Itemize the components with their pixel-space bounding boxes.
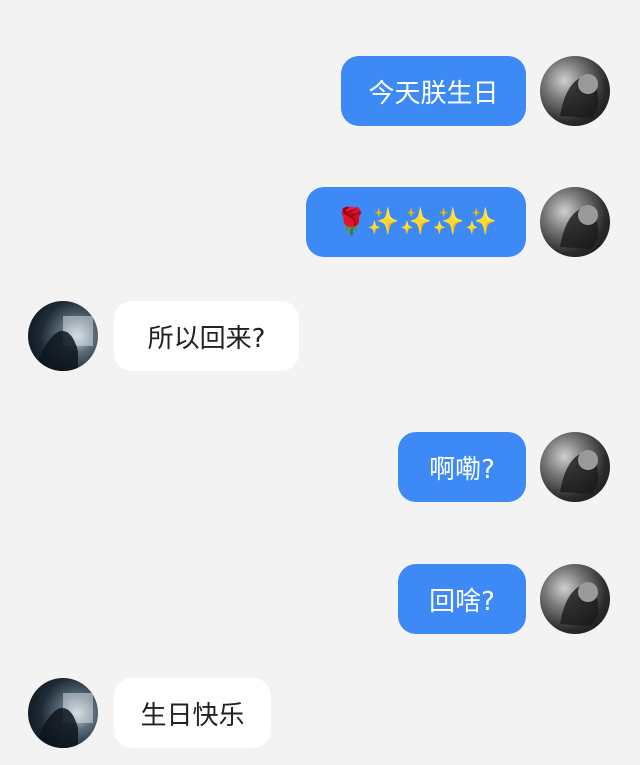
message-bubble-sent[interactable]: 今天朕生日 [341, 56, 526, 126]
message-text: 啊嘞? [429, 454, 495, 485]
message-bubble-sent[interactable]: 🌹✨✨✨✨ [306, 187, 526, 257]
avatar-contact[interactable] [28, 301, 98, 371]
message-text: 所以回来? [147, 323, 266, 354]
avatar-image [560, 582, 599, 626]
message-bubble-sent[interactable]: 啊嘞? [398, 432, 526, 502]
message-row-sent: 回啥? [0, 564, 640, 636]
avatar-self[interactable] [540, 56, 610, 126]
avatar-contact[interactable] [28, 678, 98, 748]
avatar-image [560, 205, 599, 249]
avatar-self[interactable] [540, 187, 610, 257]
message-text: 今天朕生日 [368, 78, 499, 109]
avatar-self[interactable] [540, 432, 610, 502]
avatar-image [560, 450, 599, 494]
message-bubble-received[interactable]: 所以回来? [114, 301, 299, 371]
message-row-received: 生日快乐 [0, 678, 640, 750]
message-text: 回啥? [429, 586, 495, 617]
message-row-sent: 啊嘞? [0, 432, 640, 504]
avatar-image [38, 316, 93, 371]
avatar-self[interactable] [540, 564, 610, 634]
message-text: 🌹✨✨✨✨ [335, 207, 497, 237]
message-bubble-sent[interactable]: 回啥? [398, 564, 526, 634]
message-row-sent: 🌹✨✨✨✨ [0, 187, 640, 259]
avatar-image [38, 693, 93, 748]
avatar-image [560, 74, 599, 118]
message-row-sent: 今天朕生日 [0, 56, 640, 128]
message-bubble-received[interactable]: 生日快乐 [114, 678, 271, 748]
message-row-received: 所以回来? [0, 301, 640, 373]
message-text: 生日快乐 [140, 700, 245, 731]
